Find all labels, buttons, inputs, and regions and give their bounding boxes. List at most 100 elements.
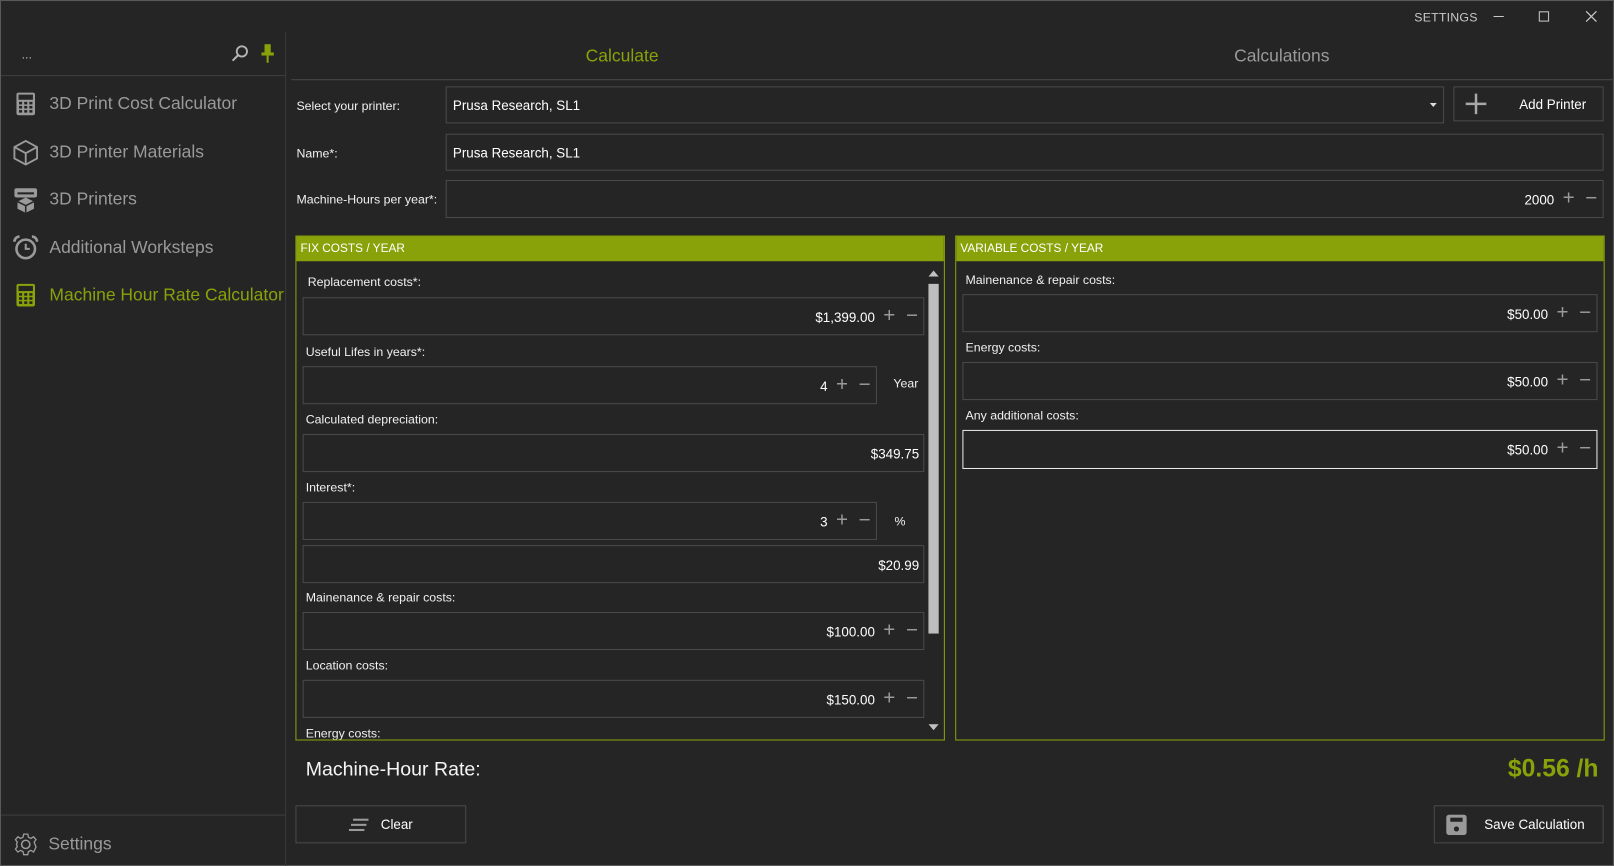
increment-button[interactable]: + — [880, 305, 899, 326]
add-printer-label: Add Printer — [1519, 96, 1587, 112]
maximize-icon — [1538, 11, 1550, 22]
location-costs-input[interactable]: $150.00 + − — [302, 679, 925, 718]
sidebar-item-settings[interactable]: Settings — [1, 824, 285, 865]
var-energy-label: Energy costs: — [965, 340, 1041, 355]
decrement-button[interactable]: − — [1576, 370, 1595, 391]
sidebar-divider — [1, 814, 286, 816]
clear-label: Clear — [380, 816, 413, 833]
interest-unit: % — [894, 514, 906, 529]
pin-button[interactable] — [259, 43, 275, 64]
decrement-button[interactable]: − — [1576, 302, 1595, 323]
increment-button[interactable]: + — [880, 620, 899, 641]
fix-energy-costs-label: Energy costs: — [305, 726, 381, 741]
decrement-button[interactable]: − — [855, 374, 874, 395]
replacement-costs-value: $1,399.00 — [815, 309, 875, 326]
depreciation-label: Calculated depreciation: — [305, 412, 439, 427]
increment-button[interactable]: + — [833, 374, 852, 395]
app-window: SETTINGS ... 3D Print Cost Calculator 3D… — [0, 0, 1614, 866]
clear-button[interactable]: Clear — [295, 805, 467, 844]
interest-value: 3 — [820, 514, 828, 530]
search-button[interactable] — [230, 43, 251, 64]
variable-costs-group: VARIABLE COSTS / YEAR Mainenance & repai… — [955, 235, 1605, 741]
clear-lines-icon — [348, 818, 369, 831]
increment-button[interactable]: + — [1553, 438, 1572, 459]
printer-select-label: Select your printer: — [296, 98, 401, 114]
useful-life-value: 4 — [820, 378, 828, 394]
sidebar: ... 3D Print Cost Calculator 3D Printer … — [1, 31, 287, 866]
decrement-button[interactable]: − — [1576, 438, 1595, 459]
decrement-button[interactable]: − — [903, 688, 922, 709]
minimize-button[interactable] — [1478, 1, 1519, 32]
name-input-value: Prusa Research, SL1 — [452, 145, 581, 161]
useful-life-label: Useful Lifes in years*: — [305, 344, 426, 359]
printer-select[interactable]: Prusa Research, SL1 — [445, 86, 1445, 124]
chevron-down-icon — [1429, 102, 1437, 107]
var-energy-input[interactable]: $50.00 + − — [962, 362, 1598, 401]
decrement-button[interactable]: − — [855, 510, 874, 531]
interest-amount-value: $20.99 — [878, 557, 920, 573]
var-maintenance-value: $50.00 — [1507, 306, 1549, 322]
machine-hour-rate-value: $0.56 /h — [1507, 754, 1599, 783]
name-input[interactable]: Prusa Research, SL1 — [445, 133, 1604, 171]
var-energy-value: $50.00 — [1507, 374, 1549, 390]
settings-title-button[interactable]: SETTINGS — [1414, 10, 1477, 24]
fix-costs-scrollbar[interactable] — [926, 263, 941, 739]
interest-label: Interest*: — [305, 480, 356, 495]
sidebar-settings-label: Settings — [48, 834, 112, 854]
save-disk-icon — [1446, 814, 1467, 835]
sidebar-item-machine-hour-rate-calculator[interactable]: Machine Hour Rate Calculator — [1, 273, 285, 318]
alarm-clock-icon — [12, 234, 39, 261]
machine-hours-value: 2000 — [1524, 192, 1555, 208]
machine-hours-input[interactable]: 2000 + − — [445, 179, 1604, 219]
fix-costs-title: FIX COSTS / YEAR — [296, 236, 944, 262]
var-maintenance-label: Mainenance & repair costs: — [965, 272, 1116, 287]
sidebar-item-printer-materials[interactable]: 3D Printer Materials — [1, 130, 285, 175]
fix-costs-group: FIX COSTS / YEAR Replacement costs*: $1,… — [295, 235, 945, 741]
tab-calculations[interactable]: Calculations — [1234, 46, 1329, 67]
scroll-up-icon[interactable] — [928, 270, 939, 277]
increment-button[interactable]: + — [833, 510, 852, 531]
var-maintenance-input[interactable]: $50.00 + − — [962, 294, 1598, 333]
sidebar-divider — [1, 75, 286, 77]
increment-button[interactable]: + — [880, 688, 899, 709]
increment-button[interactable]: + — [1553, 370, 1572, 391]
sidebar-item-label: Machine Hour Rate Calculator — [49, 284, 284, 305]
machine-hours-label: Machine-Hours per year*: — [296, 192, 438, 207]
scrollbar-thumb[interactable] — [928, 283, 939, 634]
increment-button[interactable]: + — [1553, 302, 1572, 323]
tab-divider — [291, 79, 1614, 81]
pin-icon — [261, 44, 274, 63]
sidebar-item-label: 3D Printers — [49, 189, 137, 209]
additional-costs-label: Any additional costs: — [965, 408, 1079, 423]
increment-button[interactable]: + — [1559, 188, 1578, 209]
printer-select-value: Prusa Research, SL1 — [452, 97, 581, 114]
fix-maintenance-input[interactable]: $100.00 + − — [302, 611, 925, 651]
useful-life-input[interactable]: 4 + − — [302, 366, 877, 405]
cube-icon — [12, 139, 39, 166]
sidebar-item-printers[interactable]: 3D Printers — [1, 177, 285, 222]
sidebar-item-additional-worksteps[interactable]: Additional Worksteps — [1, 225, 285, 270]
scroll-down-icon[interactable] — [928, 724, 939, 731]
sidebar-item-print-cost-calculator[interactable]: 3D Print Cost Calculator — [1, 81, 285, 126]
plus-icon — [1465, 93, 1487, 115]
add-printer-button[interactable]: Add Printer — [1453, 86, 1604, 122]
name-label: Name*: — [296, 146, 338, 161]
sidebar-item-label: 3D Printer Materials — [49, 141, 205, 162]
decrement-button[interactable]: − — [903, 620, 922, 641]
gear-icon — [13, 832, 38, 857]
additional-costs-input[interactable]: $50.00 + − — [962, 429, 1598, 469]
decrement-button[interactable]: − — [1582, 188, 1601, 209]
replacement-costs-input[interactable]: $1,399.00 + − — [302, 297, 925, 336]
close-button[interactable] — [1571, 1, 1612, 32]
search-icon — [231, 45, 248, 62]
replacement-costs-label: Replacement costs*: — [307, 274, 422, 290]
save-calculation-button[interactable]: Save Calculation — [1433, 805, 1604, 844]
maximize-button[interactable] — [1523, 1, 1564, 32]
decrement-button[interactable]: − — [903, 305, 922, 326]
sidebar-item-label: 3D Print Cost Calculator — [49, 93, 238, 114]
interest-input[interactable]: 3 + − — [302, 501, 877, 540]
calculator-icon — [12, 91, 39, 118]
printer-icon — [12, 186, 39, 213]
tab-calculate[interactable]: Calculate — [586, 46, 659, 67]
depreciation-value: $349.75 — [870, 446, 920, 462]
